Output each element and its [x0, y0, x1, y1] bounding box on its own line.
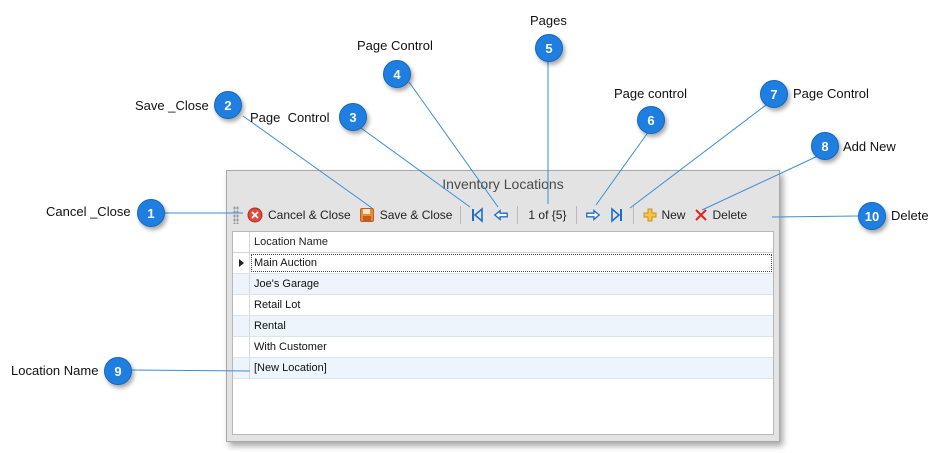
grip-icon[interactable] — [233, 205, 239, 224]
callout-badge-7: 7 — [760, 80, 788, 108]
prev-page-button[interactable] — [489, 204, 513, 226]
callout-badge-6: 6 — [637, 106, 665, 134]
callout-label-delete: Delete — [891, 208, 929, 223]
first-page-button[interactable] — [465, 204, 489, 226]
page-indicator: 1 of {5} — [528, 207, 567, 222]
table-row[interactable]: Retail Lot — [233, 295, 773, 316]
row-indicator — [233, 337, 250, 357]
row-indicator — [233, 295, 250, 315]
first-page-icon — [469, 206, 485, 223]
delete-button[interactable]: Delete — [689, 204, 751, 226]
callout-label-pages: Pages — [530, 13, 567, 28]
table-row[interactable]: Rental — [233, 316, 773, 337]
next-page-button[interactable] — [581, 204, 605, 226]
callout-label-page-control-6: Page control — [614, 86, 687, 101]
window-title: Inventory Locations — [442, 176, 564, 192]
inventory-locations-window: Inventory Locations Cancel & Close Save … — [226, 170, 780, 442]
toolbar-separator — [576, 205, 578, 224]
callout-badge-5: 5 — [535, 34, 563, 62]
toolbar: Cancel & Close Save & Close 1 of {5} New… — [231, 201, 775, 228]
callout-label-page-control-4: Page Control — [357, 38, 433, 53]
save-icon — [359, 207, 375, 223]
row-indicator-icon — [238, 259, 244, 267]
prev-page-icon — [493, 207, 509, 223]
table-row[interactable]: Main Auction — [233, 253, 773, 274]
cancel-close-button[interactable]: Cancel & Close — [243, 204, 355, 226]
callout-label-location-name: Location Name — [11, 363, 99, 378]
save-close-label: Save & Close — [379, 207, 453, 222]
toolbar-separator — [517, 205, 519, 224]
new-label: New — [661, 207, 686, 222]
row-indicator — [233, 316, 250, 336]
callout-label-save-close: Save _Close — [135, 98, 209, 113]
column-header-location-name[interactable]: Location Name — [250, 232, 328, 252]
callout-badge-1: 1 — [137, 199, 165, 227]
new-button[interactable]: New — [638, 204, 689, 226]
save-close-button[interactable]: Save & Close — [355, 204, 457, 226]
locations-grid: Location Name Main Auction Joe's Garage … — [232, 231, 774, 435]
callout-badge-8: 8 — [811, 132, 839, 160]
callout-badge-9: 9 — [104, 357, 132, 385]
new-location-cell[interactable]: [New Location] — [250, 358, 773, 378]
table-row[interactable]: With Customer — [233, 337, 773, 358]
cancel-icon — [247, 207, 263, 223]
row-indicator — [233, 274, 250, 294]
location-name-cell[interactable]: With Customer — [250, 337, 773, 357]
table-row[interactable]: Joe's Garage — [233, 274, 773, 295]
location-name-cell[interactable]: Joe's Garage — [250, 274, 773, 294]
location-name-cell[interactable]: Retail Lot — [250, 295, 773, 315]
row-indicator — [233, 253, 250, 273]
row-indicator — [233, 358, 250, 378]
callout-badge-4: 4 — [383, 60, 411, 88]
callout-badge-2: 2 — [214, 91, 242, 119]
next-page-icon — [585, 207, 601, 223]
callout-badge-3: 3 — [339, 103, 367, 131]
toolbar-separator — [460, 205, 462, 224]
toolbar-separator — [633, 205, 635, 224]
callout-label-page-control-7: Page Control — [793, 86, 869, 101]
grid-header: Location Name — [233, 232, 773, 253]
callout-badge-10: 10 — [858, 202, 886, 230]
callout-label-page-control-3: Page Control — [250, 110, 330, 125]
location-name-cell[interactable]: Main Auction — [250, 253, 773, 273]
row-indicator-header — [233, 232, 250, 252]
last-page-icon — [609, 206, 625, 223]
delete-label: Delete — [712, 207, 748, 222]
location-name-cell[interactable]: Rental — [250, 316, 773, 336]
cancel-close-label: Cancel & Close — [268, 207, 351, 222]
last-page-button[interactable] — [605, 204, 629, 226]
delete-icon — [693, 207, 709, 223]
new-row[interactable]: [New Location] — [233, 358, 773, 379]
add-icon — [642, 207, 658, 223]
callout-label-cancel-close: Cancel _Close — [46, 204, 131, 219]
callout-label-add-new: Add New — [843, 139, 896, 154]
